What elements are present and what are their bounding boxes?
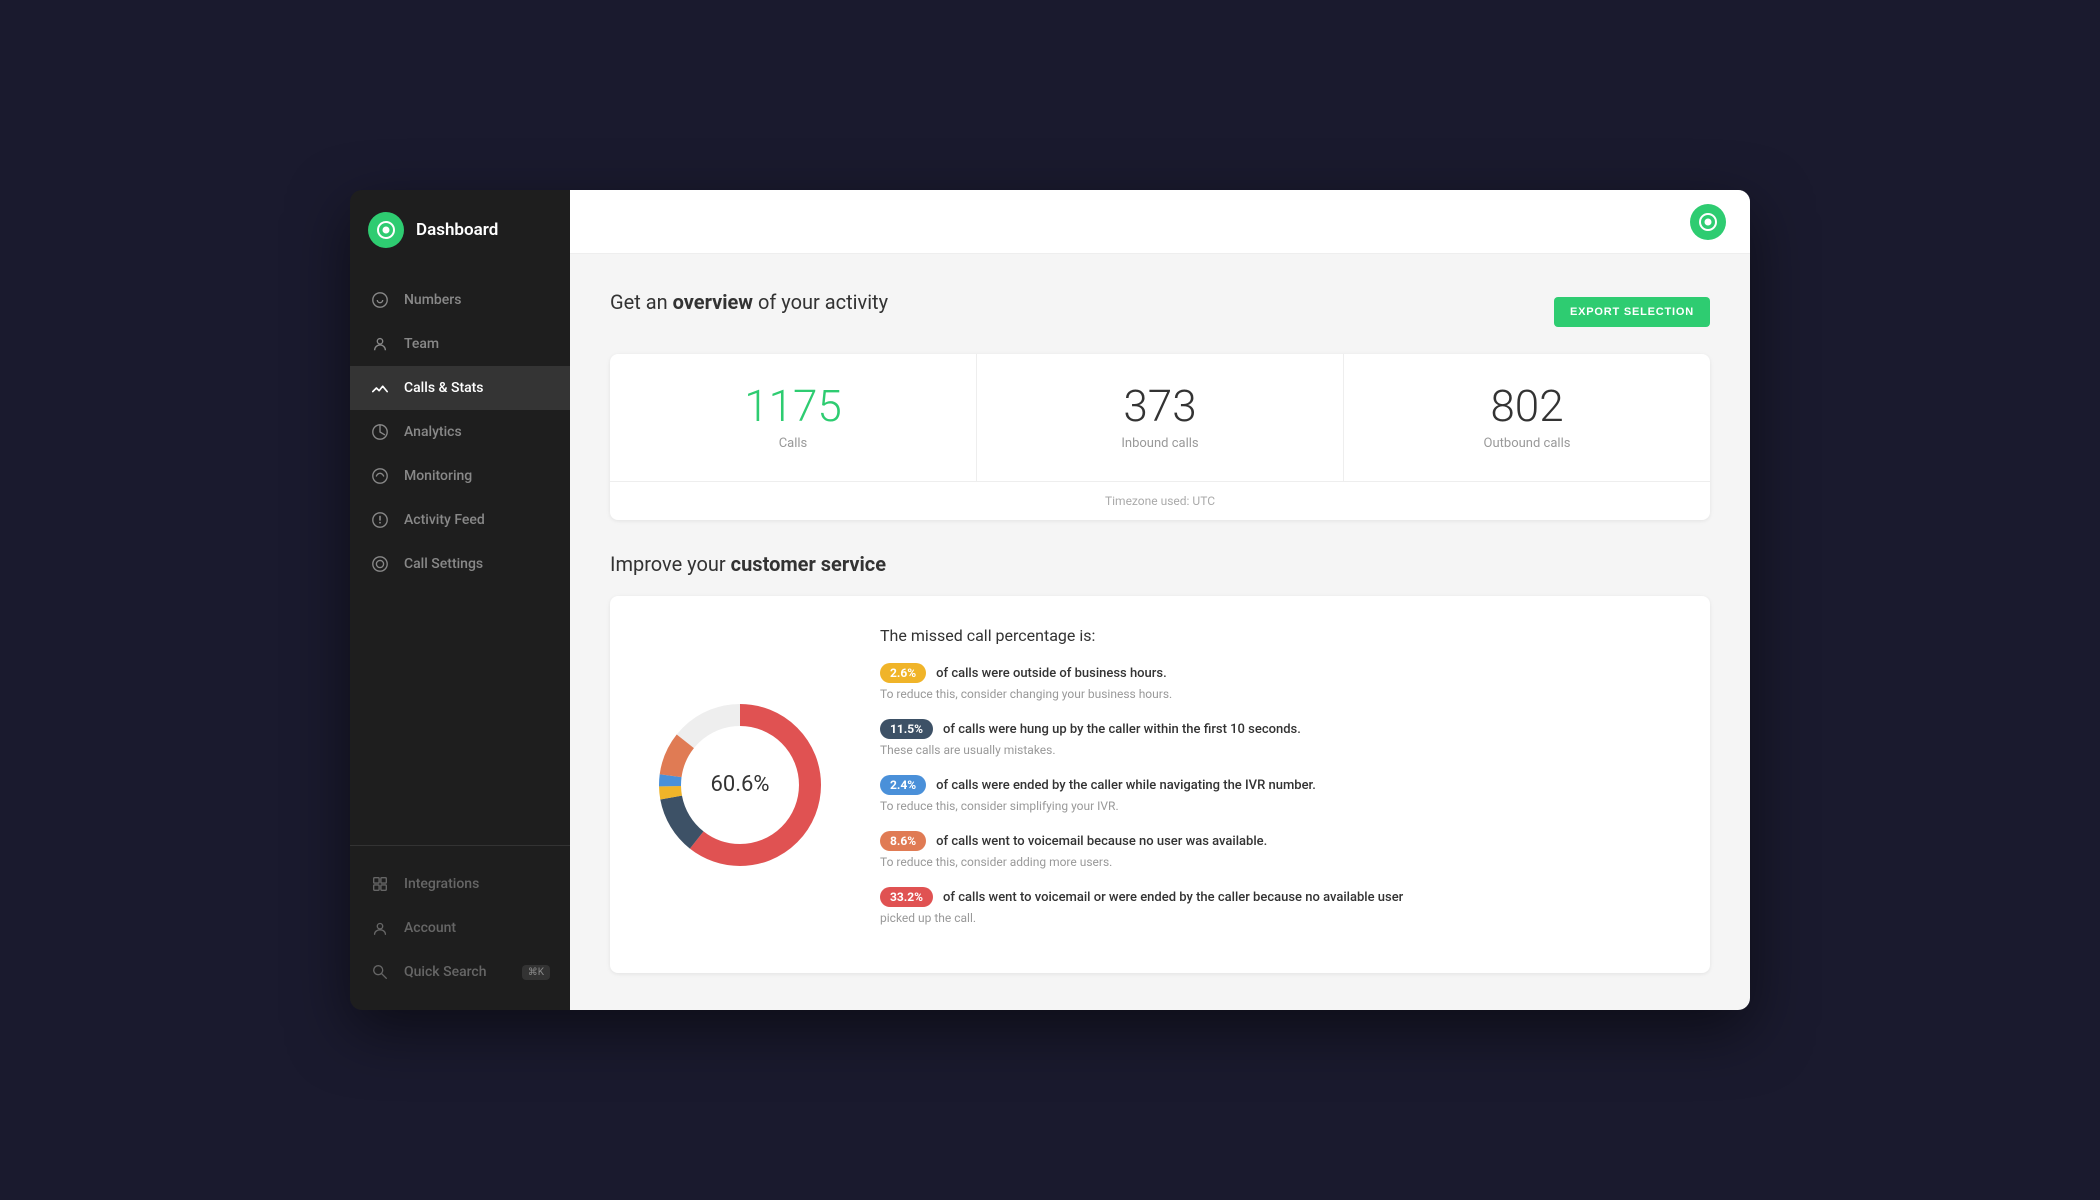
sidebar-item-integrations[interactable]: Integrations [350,862,570,906]
sidebar-item-calls-stats[interactable]: Calls & Stats [350,366,570,410]
team-label: Team [404,336,439,352]
quick-search-label: Quick Search [404,964,487,980]
insight-4-sub: To reduce this, consider adding more use… [880,855,1680,869]
export-selection-button[interactable]: EXPORT SELECTION [1554,297,1710,327]
sidebar-item-analytics[interactable]: Analytics [350,410,570,454]
sidebar-item-quick-search[interactable]: Quick Search ⌘K [350,950,570,994]
integrations-label: Integrations [404,876,479,892]
team-icon [370,334,390,354]
topbar [570,190,1750,254]
timezone-info: Timezone used: UTC [610,482,1710,520]
sidebar-item-numbers[interactable]: Numbers [350,278,570,322]
outbound-calls-number: 802 [1368,384,1686,428]
donut-info: The missed call percentage is: 2.6% of c… [880,626,1680,943]
calls-stats-icon [370,378,390,398]
stats-card: 1175 Calls 373 Inbound calls 802 Outboun… [610,354,1710,520]
monitoring-icon [370,466,390,486]
main-content: Get an overview of your activity EXPORT … [570,190,1750,1010]
analytics-icon [370,422,390,442]
insight-4-badge-row: 8.6% of calls went to voicemail because … [880,831,1680,851]
calls-stats-label: Calls & Stats [404,380,484,396]
activity-feed-label: Activity Feed [404,512,485,528]
activity-feed-icon [370,510,390,530]
sidebar: Dashboard Numbers [350,190,570,1010]
outbound-calls-label: Outbound calls [1368,436,1686,451]
insight-2-badge: 11.5% [880,719,933,739]
sidebar-header: Dashboard [350,190,570,270]
customer-heading-prefix: Improve your [610,552,731,576]
insight-4-text: of calls went to voicemail because no us… [936,834,1267,849]
inbound-calls-label: Inbound calls [1001,436,1319,451]
overview-heading: Get an overview of your activity [610,290,888,314]
customer-service-heading: Improve your customer service [610,552,1710,576]
total-calls-number: 1175 [634,384,952,428]
insight-1-text: of calls were outside of business hours. [936,666,1167,681]
app-wrapper: Dashboard Numbers [350,190,1750,1010]
insight-item-4: 8.6% of calls went to voicemail because … [880,831,1680,869]
sidebar-item-monitoring[interactable]: Monitoring [350,454,570,498]
insight-item-3: 2.4% of calls were ended by the caller w… [880,775,1680,813]
numbers-label: Numbers [404,292,461,308]
donut-percentage-label: 60.6% [710,772,769,797]
sidebar-item-call-settings[interactable]: Call Settings [350,542,570,586]
stat-total-calls: 1175 Calls [610,354,977,481]
sidebar-navigation: Numbers Team Calls & St [350,270,570,845]
overview-heading-prefix: Get an [610,290,673,314]
insight-item-2: 11.5% of calls were hung up by the calle… [880,719,1680,757]
insight-3-text: of calls were ended by the caller while … [936,778,1316,793]
insight-2-text: of calls were hung up by the caller with… [943,722,1301,737]
stat-outbound-calls: 802 Outbound calls [1344,354,1710,481]
insight-5-badge-row: 33.2% of calls went to voicemail or were… [880,887,1680,907]
page-body: Get an overview of your activity EXPORT … [570,254,1750,1010]
monitoring-label: Monitoring [404,468,472,484]
account-label: Account [404,920,456,936]
sidebar-bottom: Integrations Account [350,845,570,1010]
numbers-icon [370,290,390,310]
search-icon [370,962,390,982]
stats-row: 1175 Calls 373 Inbound calls 802 Outboun… [610,354,1710,482]
insight-4-badge: 8.6% [880,831,926,851]
overview-heading-bold: overview [673,290,753,314]
insight-1-sub: To reduce this, consider changing your b… [880,687,1680,701]
sidebar-item-activity-feed[interactable]: Activity Feed [350,498,570,542]
insight-item-1: 2.6% of calls were outside of business h… [880,663,1680,701]
insight-3-badge-row: 2.4% of calls were ended by the caller w… [880,775,1680,795]
customer-service-card: 60.6% The missed call percentage is: 2.6… [610,596,1710,973]
app-logo [368,212,404,248]
overview-heading-suffix: of your activity [753,290,888,314]
insight-3-badge: 2.4% [880,775,926,795]
inbound-calls-number: 373 [1001,384,1319,428]
quick-search-shortcut: ⌘K [522,965,550,980]
sidebar-item-team[interactable]: Team [350,322,570,366]
insight-2-sub: These calls are usually mistakes. [880,743,1680,757]
account-icon [370,918,390,938]
user-avatar[interactable] [1690,204,1726,240]
total-calls-label: Calls [634,436,952,451]
analytics-label: Analytics [404,424,462,440]
customer-service-section: Improve your customer service [610,552,1710,973]
missed-call-title: The missed call percentage is: [880,626,1680,645]
insight-5-badge: 33.2% [880,887,933,907]
call-settings-icon [370,554,390,574]
integrations-icon [370,874,390,894]
insight-item-5: 33.2% of calls went to voicemail or were… [880,887,1680,925]
sidebar-item-account[interactable]: Account [350,906,570,950]
insight-3-sub: To reduce this, consider simplifying you… [880,799,1680,813]
sidebar-title: Dashboard [416,220,498,240]
donut-chart-container: 60.6% [640,626,840,943]
insight-1-badge-row: 2.6% of calls were outside of business h… [880,663,1680,683]
call-settings-label: Call Settings [404,556,483,572]
insight-5-sub: picked up the call. [880,911,1680,925]
insight-2-badge-row: 11.5% of calls were hung up by the calle… [880,719,1680,739]
insight-5-text: of calls went to voicemail or were ended… [943,890,1403,905]
customer-heading-bold: customer service [731,552,886,576]
stat-inbound-calls: 373 Inbound calls [977,354,1344,481]
overview-section: Get an overview of your activity EXPORT … [610,290,1710,520]
overview-header-row: Get an overview of your activity EXPORT … [610,290,1710,334]
insight-1-badge: 2.6% [880,663,926,683]
